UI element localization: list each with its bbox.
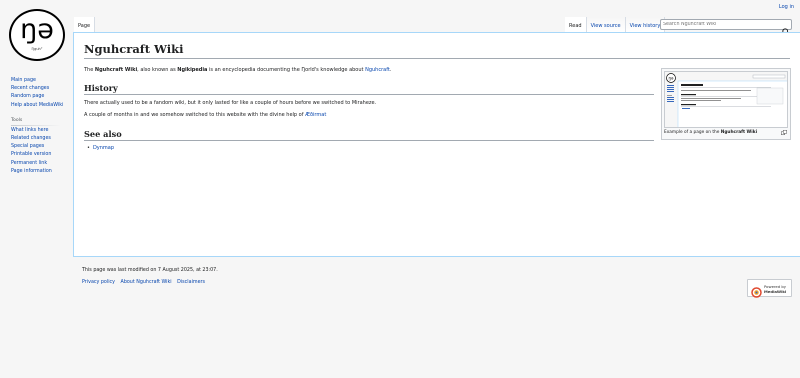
- tools-divider: [11, 124, 61, 126]
- nguhcraft-link[interactable]: Nguhcraft: [365, 67, 390, 73]
- powered-by-text: Powered by MediaWiki: [764, 284, 786, 294]
- privacy-policy-link[interactable]: Privacy policy: [82, 280, 115, 285]
- intro-text-4: .: [389, 67, 392, 73]
- last-modified: This page was last modified on 7 August …: [82, 268, 218, 273]
- intro-text-1: The: [84, 67, 95, 73]
- thumbnail-frame: ŋə Example of a page on the Nguhcraft Wi…: [661, 68, 791, 140]
- logo-glyph: ŋə: [20, 14, 54, 45]
- sidebar-item-what-links-here[interactable]: What links here: [11, 127, 71, 135]
- tab-read[interactable]: Read: [565, 17, 587, 32]
- sidebar-item-printable-version[interactable]: Printable version: [11, 151, 71, 159]
- view-tabs: Read View source View history: [565, 17, 666, 32]
- see-also-heading: See also: [84, 129, 654, 141]
- mediawiki-logo-icon: [751, 283, 762, 298]
- page-title: Nguhcraft Wiki: [84, 42, 790, 59]
- content-area: Nguhcraft Wiki The Nguhcraft Wiki, also …: [73, 32, 800, 257]
- svg-text:ŋə: ŋə: [669, 76, 675, 81]
- magnify-icon[interactable]: [781, 130, 787, 137]
- history-heading: History: [84, 83, 654, 95]
- sidebar: Main page Recent changes Random page Hel…: [11, 77, 71, 176]
- sidebar-item-help[interactable]: Help about MediaWiki: [11, 102, 71, 110]
- sidebar-item-special-pages[interactable]: Special pages: [11, 143, 71, 151]
- tab-page[interactable]: Page: [74, 17, 96, 32]
- thumbnail-caption: Example of a page on the Nguhcraft Wiki: [664, 130, 757, 136]
- thumbnail-caption-bold: Nguhcraft Wiki: [720, 130, 758, 135]
- intro-bold-2: Ngikipedia: [177, 67, 208, 73]
- personal-tools: Log in: [779, 4, 794, 10]
- tools-heading: Tools: [11, 117, 23, 123]
- thumbnail-image[interactable]: ŋə: [664, 71, 788, 128]
- intro-text-3: is an encyclopedia documenting the Ŋorld…: [207, 67, 366, 73]
- sidebar-item-permanent-link[interactable]: Permanent link: [11, 160, 71, 168]
- dynmap-link[interactable]: Dynmap: [93, 145, 114, 151]
- see-also-list: Dynmap: [87, 144, 114, 152]
- list-item: Dynmap: [87, 144, 114, 152]
- intro-paragraph: The Nguhcraft Wiki, also known as Ngikip…: [84, 66, 391, 74]
- footer-links: Privacy policy About Nguhcraft Wiki Disc…: [82, 280, 209, 285]
- powered-by-mediawiki-badge[interactable]: Powered by MediaWiki: [747, 279, 792, 298]
- history-paragraph-2: A couple of months in and we somehow swi…: [84, 111, 326, 119]
- logo-subtitle: Ŋguh°: [31, 47, 43, 51]
- footer: This page was last modified on 7 August …: [82, 267, 218, 285]
- history-paragraph-1: There actually used to be a fandom wiki,…: [84, 100, 377, 106]
- intro-text-2: , also known as: [137, 67, 178, 73]
- sidebar-item-random-page[interactable]: Random page: [11, 93, 71, 101]
- namespace-tabs: Page: [74, 17, 96, 32]
- site-logo[interactable]: ŋə Ŋguh°: [8, 9, 66, 61]
- history-p2-text: A couple of months in and we somehow swi…: [84, 112, 306, 118]
- search-box: [660, 19, 792, 36]
- about-link[interactable]: About Nguhcraft Wiki: [121, 280, 172, 285]
- search-icon[interactable]: [782, 21, 790, 36]
- powered-line-2: MediaWiki: [764, 289, 787, 294]
- sidebar-item-related-changes[interactable]: Related changes: [11, 135, 71, 143]
- sidebar-item-main-page[interactable]: Main page: [11, 77, 71, 85]
- search-input[interactable]: [663, 20, 781, 29]
- sidebar-item-page-information[interactable]: Page information: [11, 168, 71, 176]
- sidebar-item-recent-changes[interactable]: Recent changes: [11, 85, 71, 93]
- aethirmat-link[interactable]: Æðirmat: [305, 112, 326, 118]
- intro-bold-1: Nguhcraft Wiki: [94, 67, 138, 73]
- thumbnail-preview-graphic: ŋə: [665, 72, 787, 127]
- disclaimers-link[interactable]: Disclaimers: [177, 280, 205, 285]
- thumbnail-caption-text: Example of a page on the: [664, 130, 721, 135]
- tab-view-source[interactable]: View source: [586, 17, 626, 32]
- login-link[interactable]: Log in: [779, 4, 794, 10]
